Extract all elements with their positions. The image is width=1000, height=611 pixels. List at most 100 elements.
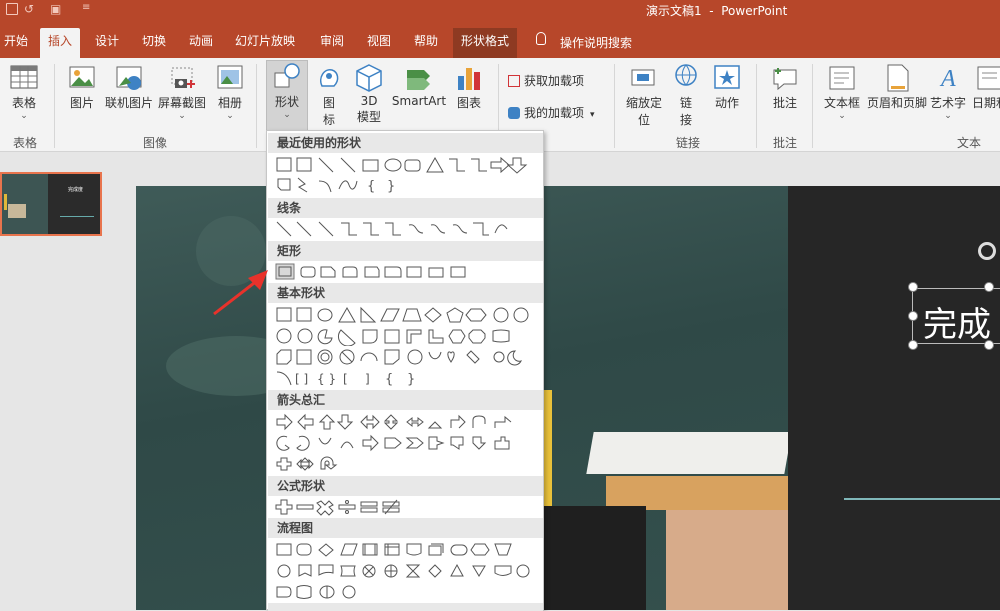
get-addins-label: 获取加载项 [524, 74, 585, 88]
comment-button[interactable]: 批注 [766, 62, 804, 111]
smartart-button[interactable]: SmartArt [390, 62, 448, 108]
rotate-handle[interactable] [978, 242, 996, 260]
shapes-icon [274, 63, 300, 88]
textbox-label: 文本框 [823, 96, 860, 110]
datetime-label: 日期和 [971, 96, 1000, 110]
tab-insert[interactable]: 插入 [40, 28, 81, 58]
lines-row[interactable] [275, 219, 535, 239]
table-button[interactable]: 表格 ⌄ [6, 62, 42, 121]
window-title: 演示文稿1 - PowerPoint [646, 4, 788, 18]
section-rectangles: 矩形 [268, 241, 543, 261]
group-images: 图像 [142, 136, 167, 150]
online-pictures-label: 联机图片 [104, 96, 153, 110]
slide-thumbnail-pane: 完成度 [0, 152, 122, 610]
basic-shapes-row-1[interactable] [275, 305, 535, 325]
tab-review[interactable]: 审阅 [316, 28, 348, 58]
rectangles-row[interactable] [275, 262, 475, 282]
recent-shapes-row-2[interactable]: {} [275, 175, 415, 195]
picture-button[interactable]: 图片 [64, 62, 100, 111]
svg-text:A: A [939, 66, 956, 92]
action-label: 动作 [714, 96, 739, 110]
basic-shapes-row-4[interactable]: [ ] { } [ ] { } [275, 368, 435, 388]
flowchart-row-3[interactable] [275, 582, 375, 602]
tab-design[interactable]: 设计 [91, 28, 123, 58]
tab-help[interactable]: 帮助 [410, 28, 442, 58]
group-comments: 批注 [772, 136, 797, 150]
link-icon [675, 64, 697, 86]
icons-button[interactable]: 图 标 [312, 62, 346, 128]
link-label-line2: 接 [679, 113, 692, 127]
arrows-row-1[interactable] [275, 412, 535, 432]
link-button[interactable]: 链 接 [670, 62, 702, 128]
chart-button[interactable]: 图表 [452, 62, 486, 111]
tab-slideshow[interactable]: 幻灯片放映 [231, 28, 299, 58]
store-icon [508, 75, 520, 87]
section-flowchart: 流程图 [268, 518, 543, 538]
group-text: 文本 [956, 136, 981, 150]
chart-label: 图表 [456, 96, 481, 110]
arrows-row-2[interactable] [275, 433, 535, 453]
resize-handle[interactable] [984, 340, 994, 350]
customize-qat-icon[interactable]: ≡ [82, 2, 90, 13]
zoom-button[interactable]: 缩放定 位 [622, 62, 666, 128]
3d-label-line1: 3D [360, 94, 378, 108]
basic-shapes-row-2[interactable] [275, 326, 535, 346]
shapes-label: 形状 [274, 95, 299, 109]
zoom-icon [631, 69, 655, 86]
tab-view[interactable]: 视图 [363, 28, 395, 58]
resize-handle[interactable] [908, 311, 918, 321]
group-tables: 表格 [12, 136, 37, 150]
textbox-button[interactable]: 文本框 ⌄ [820, 62, 864, 121]
svg-text:{: { [385, 372, 393, 387]
flowchart-row-1[interactable] [275, 540, 535, 560]
tab-home[interactable]: 开始 [0, 28, 32, 58]
tab-shape-format[interactable]: 形状格式 [453, 28, 518, 58]
header-footer-label: 页眉和页脚 [866, 96, 927, 110]
online-pictures-button[interactable]: 联机图片 [104, 62, 154, 111]
addins-icon [508, 107, 520, 119]
thumbnail-text: 完成度 [68, 187, 84, 193]
svg-text:{ }: { } [317, 372, 336, 386]
screenshot-button[interactable]: 屏幕截图 ⌄ [156, 62, 208, 121]
svg-text:}: } [387, 179, 395, 194]
resize-handle[interactable] [908, 340, 918, 350]
cube-icon [356, 64, 382, 92]
table-icon [10, 65, 38, 89]
tab-transitions[interactable]: 切换 [138, 28, 170, 58]
datetime-button[interactable]: 日期和 [970, 62, 1000, 111]
3d-models-button[interactable]: 3D 模型 [352, 62, 386, 125]
album-button[interactable]: 相册 ⌄ [212, 62, 248, 121]
equation-row[interactable] [275, 497, 415, 517]
svg-text:[: [ [343, 372, 348, 386]
wordart-button[interactable]: A 艺术字 ⌄ [928, 62, 968, 121]
divider [812, 64, 813, 148]
header-footer-button[interactable]: 页眉和页脚 [864, 62, 930, 111]
group-links: 链接 [675, 136, 700, 150]
album-label: 相册 [217, 96, 242, 110]
section-recent-shapes: 最近使用的形状 [268, 133, 543, 153]
tell-me-search[interactable]: 操作说明搜索 [560, 34, 632, 51]
action-button[interactable]: 动作 [708, 62, 746, 111]
undo-icon[interactable]: ↺ [24, 2, 34, 16]
zoom-label-line2: 位 [637, 113, 650, 127]
present-icon[interactable]: ▣ [50, 2, 61, 16]
section-basic-shapes: 基本形状 [268, 283, 543, 303]
flowchart-row-2[interactable] [275, 561, 535, 581]
arrows-row-3[interactable] [275, 454, 375, 474]
slide-thumbnail[interactable]: 完成度 [0, 172, 102, 236]
basic-shapes-row-3[interactable] [275, 347, 535, 367]
slide-title-text: 完成 [923, 305, 991, 345]
save-icon[interactable] [6, 3, 18, 15]
recent-shapes-row[interactable] [275, 155, 535, 175]
selected-textbox[interactable]: 完成 [912, 288, 1000, 345]
resize-handle[interactable] [984, 282, 994, 292]
my-addins-button[interactable]: 我的加载项 ▾ [508, 104, 595, 121]
shapes-button[interactable]: 形状 ⌄ [266, 60, 308, 132]
picture-label: 图片 [69, 96, 94, 110]
ribbon-tabs: 开始 插入 设计 切换 动画 幻灯片放映 审阅 视图 帮助 形状格式 操作说明搜… [0, 22, 1000, 58]
screenshot-label: 屏幕截图 [157, 96, 206, 110]
get-addins-button[interactable]: 获取加载项 [508, 72, 584, 89]
svg-text:]: ] [365, 372, 370, 386]
tab-animations[interactable]: 动画 [185, 28, 217, 58]
resize-handle[interactable] [908, 282, 918, 292]
